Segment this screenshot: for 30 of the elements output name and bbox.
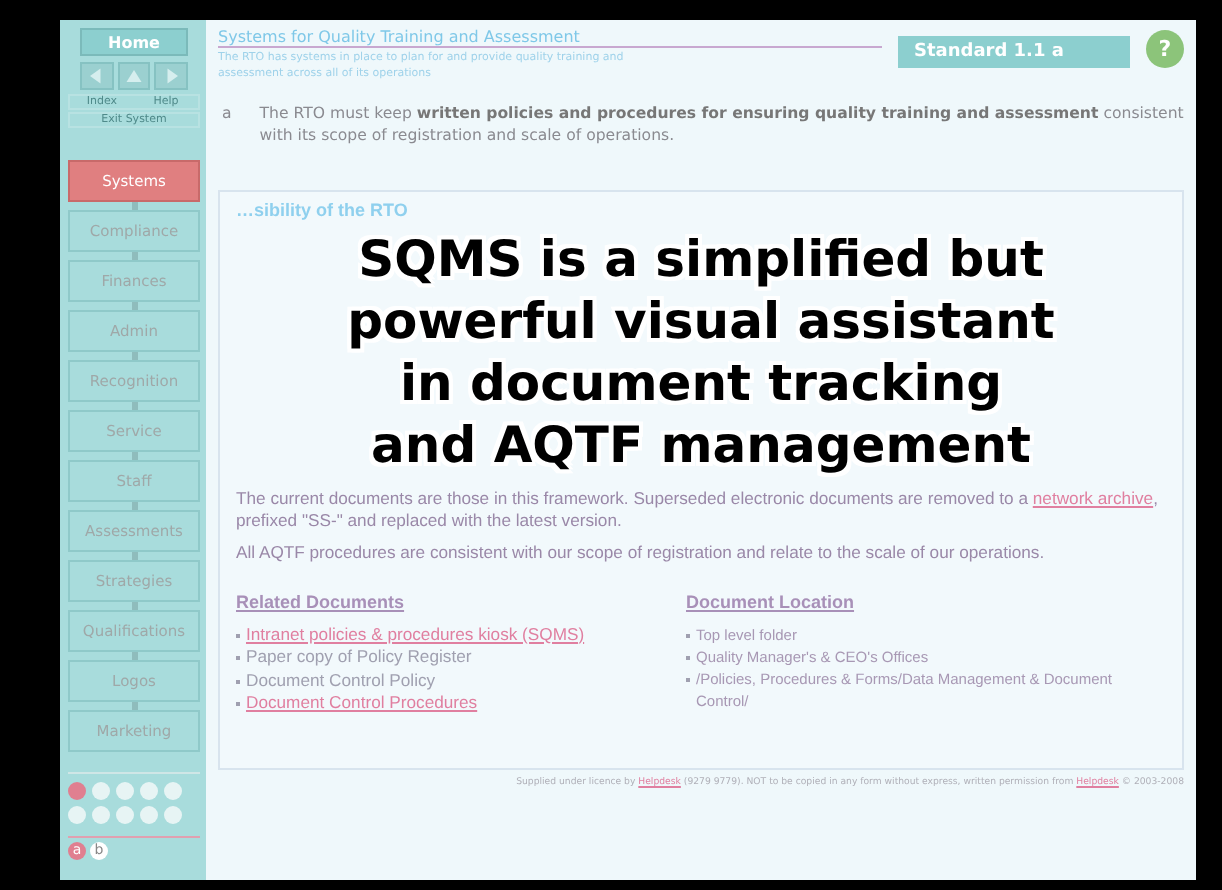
standard-badge: Standard 1.1 a xyxy=(898,36,1130,68)
overlay-caption: SQMS is a simplified but xyxy=(358,227,1044,289)
overlay-caption: and AQTF management xyxy=(371,413,1031,475)
help-button[interactable]: ? xyxy=(1146,30,1184,68)
page-dot-icon[interactable] xyxy=(116,782,134,800)
body-paragraph: The current documents are those in this framework. Superseded electronic documents are removed to a network archive, prefixed "SS-" and replaced with the latest version. xyxy=(236,487,1160,533)
overlay-caption: in document tracking xyxy=(399,351,1003,413)
page-dot-icon[interactable] xyxy=(68,782,86,800)
page-dot-icon[interactable] xyxy=(92,782,110,800)
nav-arrow-button[interactable] xyxy=(117,62,151,90)
section-heading: …sibility of the RTO xyxy=(236,200,410,223)
document-item: Paper copy of Policy Register xyxy=(246,646,472,669)
body-paragraph: All AQTF procedures are consistent with our scope of registration and relate to the scale of our operations. xyxy=(236,541,1047,564)
page-dot-icon[interactable] xyxy=(140,806,158,824)
related-heading: Related Documents xyxy=(236,592,407,615)
document-link[interactable]: Intranet policies & procedures kiosk (SQMS) xyxy=(246,623,585,646)
document-item: Document Control Policy xyxy=(246,669,436,692)
page-dot-icon[interactable] xyxy=(68,806,86,824)
page-dot-icon[interactable] xyxy=(164,806,182,824)
overlay-caption: powerful visual assistant xyxy=(347,289,1055,351)
nav-arrow-button[interactable] xyxy=(80,62,114,90)
page-dot-icon[interactable] xyxy=(116,806,134,824)
nav-arrow-button[interactable] xyxy=(154,62,189,90)
document-link[interactable]: Document Control Procedures xyxy=(246,692,478,715)
page-title: Systems for Quality Training and Assessment xyxy=(218,28,882,48)
page-dot-icon[interactable] xyxy=(164,782,182,800)
home-button[interactable]: Home xyxy=(80,28,188,56)
location-heading: Document Location xyxy=(686,592,857,615)
page-dot-icon[interactable] xyxy=(92,806,110,824)
page-dot-icon[interactable] xyxy=(140,782,158,800)
